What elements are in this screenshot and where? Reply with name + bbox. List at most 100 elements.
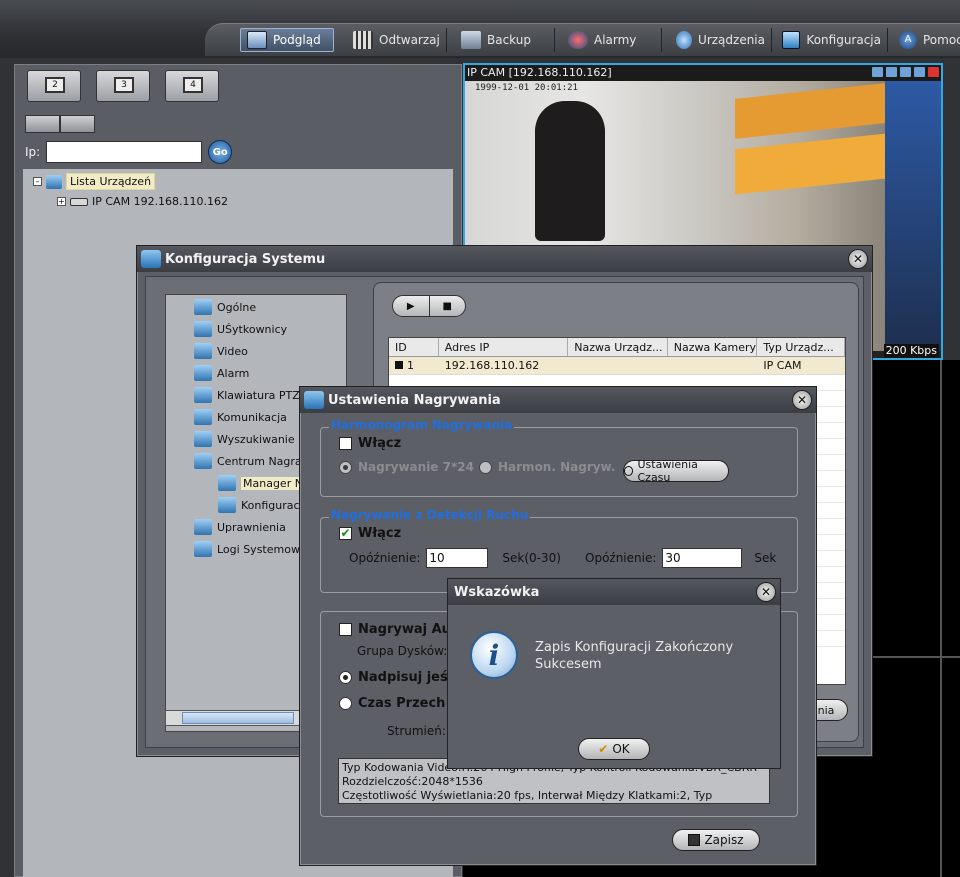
record-icon[interactable] xyxy=(886,67,897,77)
tab-pomoc[interactable]: A Pomoc xyxy=(893,28,960,52)
record-audio-checkbox[interactable] xyxy=(339,623,352,636)
camera-view-tab[interactable] xyxy=(25,115,60,133)
tab-label: Backup xyxy=(487,33,531,47)
mode-schedule-option[interactable]: Harmon. Nagryw. xyxy=(479,460,615,474)
ok-button[interactable]: ✔ OK xyxy=(578,738,650,760)
play-button[interactable]: ▶ xyxy=(393,296,429,316)
mode-247-radio[interactable] xyxy=(339,460,352,474)
backup-icon xyxy=(461,31,481,49)
close-button[interactable]: ✕ xyxy=(848,249,868,269)
motion-enable-checkbox[interactable] xyxy=(339,527,352,540)
schedule-enable-checkbox[interactable] xyxy=(339,437,352,450)
schedule-enable[interactable]: Włącz xyxy=(339,436,401,451)
ip-input[interactable] xyxy=(46,141,203,163)
overwrite-option[interactable]: Nadpisuj jeśli xyxy=(339,670,457,685)
video-icon[interactable] xyxy=(900,67,911,77)
keyboard-icon xyxy=(194,387,212,403)
hint-message: Zapis Konfiguracji Zakończony Sukcesem xyxy=(535,640,734,672)
cables-object xyxy=(885,81,941,351)
speaker-icon[interactable] xyxy=(914,67,925,77)
column-header[interactable]: Nazwa Urządz... xyxy=(568,338,668,356)
overwrite-radio[interactable] xyxy=(339,671,352,684)
delay2-input[interactable]: 30 xyxy=(662,548,743,568)
tree-root[interactable]: – Lista Urządzeń xyxy=(33,173,156,190)
layout-3-button[interactable]: 3 xyxy=(96,70,150,102)
stop-button[interactable]: ■ xyxy=(428,296,466,316)
mode-247-option[interactable]: Nagrywanie 7*24H xyxy=(339,460,474,474)
column-header[interactable]: Nazwa Kamery xyxy=(668,338,758,356)
expand-icon[interactable]: + xyxy=(57,197,66,206)
tab-alarmy[interactable]: Alarmy xyxy=(562,28,662,52)
tab-urzadzenia[interactable]: Urządzenia xyxy=(670,28,772,52)
menu-item-komunikacja[interactable]: Komunikacja xyxy=(194,409,287,425)
motion-enable[interactable]: Włącz xyxy=(339,526,401,541)
collapse-icon[interactable]: – xyxy=(33,177,42,186)
info-icon: i xyxy=(470,631,518,679)
hdd-icon xyxy=(218,475,236,491)
tab-backup[interactable]: Backup xyxy=(455,28,555,52)
menu-item-alarm[interactable]: Alarm xyxy=(194,365,249,381)
menu-label: Ogólne xyxy=(217,300,257,314)
keep-time-option[interactable]: Czas Przech xyxy=(339,696,445,711)
mode-schedule-radio[interactable] xyxy=(479,460,492,474)
menu-item-uzytkownicy[interactable]: UŚytkownicy xyxy=(194,321,287,337)
menu-item-konfiguracja[interactable]: Konfiguracja xyxy=(218,497,309,513)
grid-divider xyxy=(940,360,942,877)
menu-item-ptz[interactable]: Klawiatura PTZ xyxy=(194,387,300,403)
save-icon xyxy=(688,834,701,846)
gear-icon xyxy=(676,31,693,49)
save-button[interactable]: Zapisz xyxy=(672,829,760,851)
time-settings-button[interactable]: Ustawienia Czasu xyxy=(623,458,729,484)
network-icon xyxy=(194,409,212,425)
log-icon xyxy=(194,541,212,557)
menu-item-video[interactable]: Video xyxy=(194,343,248,359)
delay1-input[interactable]: 10 xyxy=(426,548,489,568)
menu-label: Uprawnienia xyxy=(217,520,286,534)
camera-title: IP CAM [192.168.110.162] xyxy=(465,65,941,81)
snapshot-icon[interactable] xyxy=(872,67,883,77)
cell-id-text: 1 xyxy=(407,359,414,372)
column-header[interactable]: ID xyxy=(389,338,439,356)
tab-odtwarzaj[interactable]: Odtwarzaj xyxy=(347,28,447,52)
dialog-title: Konfiguracja Systemu xyxy=(165,251,326,267)
column-header[interactable]: Adres IP xyxy=(439,338,569,356)
tab-konfiguracja[interactable]: Konfiguracja xyxy=(776,28,888,52)
close-button[interactable]: ✕ xyxy=(792,390,812,410)
checkbox-label: Włącz xyxy=(358,436,402,451)
device-list-icon xyxy=(46,174,62,189)
menu-item-centrum-nagran[interactable]: Centrum Nagrań xyxy=(194,453,309,469)
menu-item-uprawnienia[interactable]: Uprawnienia xyxy=(194,519,286,535)
menu-item-wyszukiwanie[interactable]: Wyszukiwanie Ur xyxy=(194,431,311,447)
close-button[interactable]: ✕ xyxy=(756,582,776,602)
scroll-thumb[interactable] xyxy=(182,712,294,724)
menu-label: Wyszukiwanie Ur xyxy=(217,432,311,446)
menu-item-manager[interactable]: Manager Na xyxy=(218,475,312,491)
close-icon[interactable] xyxy=(928,67,939,77)
dialog-titlebar: Ustawienia Nagrywania xyxy=(300,387,816,413)
layout-4-button[interactable]: 4 xyxy=(165,70,219,102)
monitor-view-tab[interactable] xyxy=(60,115,95,133)
tab-label: Pomoc xyxy=(923,33,960,47)
menu-item-logi[interactable]: Logi Systemowe xyxy=(194,541,307,557)
menu-label: UŚytkownicy xyxy=(217,322,288,336)
record-audio-option[interactable]: Nagrywaj Audi xyxy=(339,622,465,637)
help-icon: A xyxy=(899,31,917,49)
keep-time-radio[interactable] xyxy=(339,697,352,710)
column-header[interactable]: Typ Urządz... xyxy=(757,338,845,356)
tab-podglad[interactable]: Podgląd xyxy=(240,28,334,52)
clock-icon xyxy=(624,466,634,476)
hint-dialog: Wskazówka ✕ i Zapis Konfiguracji Zakończ… xyxy=(447,578,781,769)
menu-item-ogolne[interactable]: Ogólne xyxy=(194,299,256,315)
menu-label: Klawiatura PTZ xyxy=(217,388,300,402)
table-row[interactable]: 1 192.168.110.162 IP CAM xyxy=(389,357,845,375)
permissions-icon xyxy=(194,519,212,535)
cell-device-name xyxy=(568,357,668,374)
delay2-label: Opóźnienie: xyxy=(585,551,657,565)
info-line: Częstotliwość Wyświetlania:20 fps, Inter… xyxy=(342,789,713,802)
layout-2-button[interactable]: 2 xyxy=(27,70,81,102)
go-button[interactable]: Go xyxy=(208,140,233,164)
tree-device-item[interactable]: + IP CAM 192.168.110.162 xyxy=(57,195,228,208)
alarm-icon xyxy=(568,31,588,49)
monitor-icon xyxy=(247,31,267,49)
info-line: Rozdzielczość:2048*1536 xyxy=(342,775,483,788)
